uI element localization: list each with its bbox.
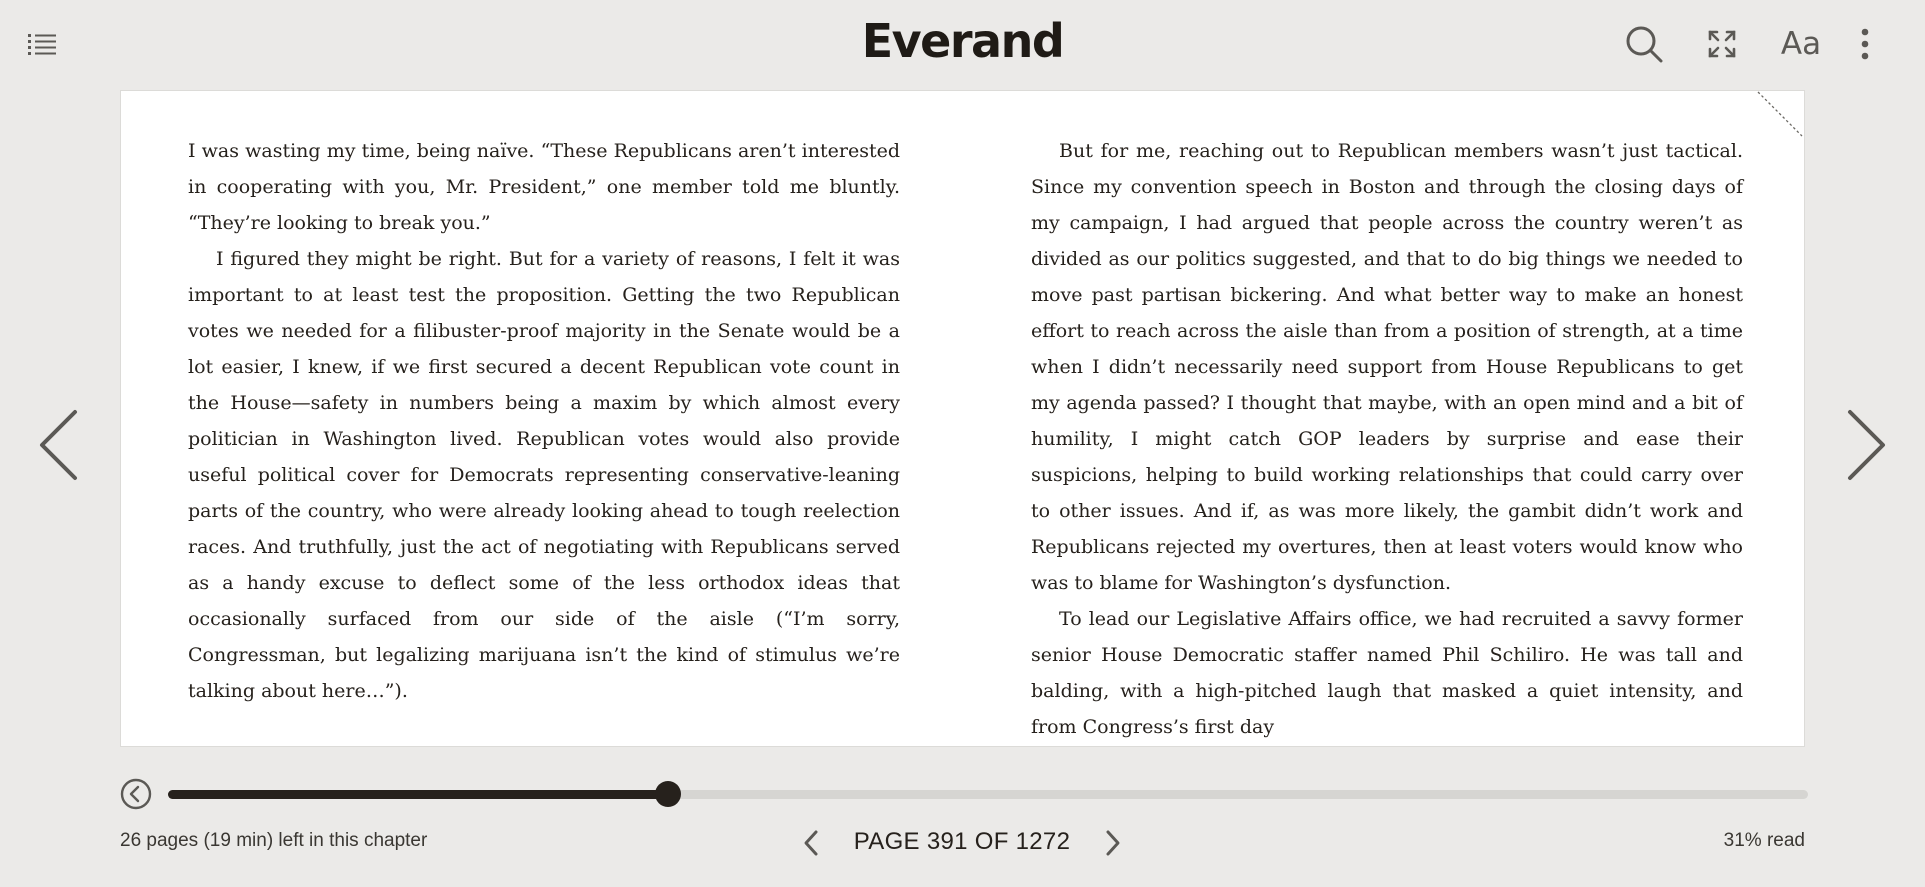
more-options-button[interactable] <box>1852 22 1878 66</box>
top-bar: Everand Aa <box>0 0 1925 88</box>
more-vertical-icon <box>1861 28 1869 60</box>
reading-progress-slider[interactable] <box>168 781 1808 807</box>
expand-icon <box>1708 30 1736 58</box>
search-icon <box>1626 26 1663 63</box>
paragraph: But for me, reaching out to Republican m… <box>1031 140 1743 594</box>
font-settings-icon: Aa <box>1780 26 1822 62</box>
bookmark-corner-icon[interactable] <box>1756 91 1804 139</box>
right-column: But for me, reaching out to Republican m… <box>1031 133 1743 745</box>
prev-page-chevron-icon[interactable] <box>796 826 826 860</box>
paragraph: I figured they might be right. But for a… <box>188 248 900 702</box>
book-page-spread: I was wasting my time, being naïve. “The… <box>120 90 1805 747</box>
font-settings-button[interactable]: Aa <box>1776 22 1826 66</box>
fullscreen-button[interactable] <box>1700 22 1744 66</box>
search-button[interactable] <box>1622 22 1666 66</box>
paragraph: To lead our Legislative Affairs office, … <box>1031 608 1743 738</box>
progress-thumb[interactable] <box>655 781 682 807</box>
next-page-arrow[interactable] <box>1835 400 1895 490</box>
paragraph: I was wasting my time, being naïve. “The… <box>188 140 900 234</box>
left-column: I was wasting my time, being naïve. “The… <box>188 133 900 709</box>
progress-fill <box>168 790 669 799</box>
back-to-start-button[interactable] <box>120 778 152 810</box>
previous-page-arrow[interactable] <box>30 400 90 490</box>
chapter-remaining: 26 pages (19 min) left in this chapter <box>120 830 428 851</box>
percent-read: 31% read <box>1723 830 1805 851</box>
page-indicator: PAGE 391 OF 1272 <box>853 828 1071 855</box>
next-page-chevron-icon[interactable] <box>1098 826 1128 860</box>
